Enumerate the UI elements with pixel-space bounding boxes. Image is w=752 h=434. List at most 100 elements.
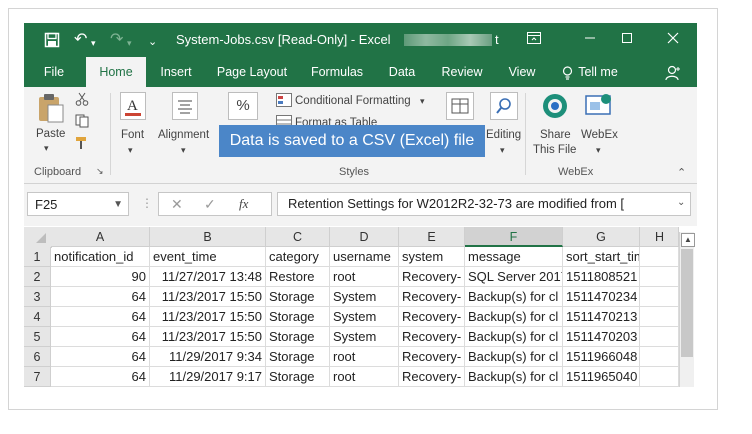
table-cell[interactable]: 90 bbox=[51, 267, 150, 287]
table-cell[interactable]: 11/23/2017 15:50 bbox=[150, 307, 266, 327]
header-cell[interactable]: message bbox=[465, 247, 563, 267]
alignment-label[interactable]: Alignment bbox=[158, 128, 209, 142]
row-header[interactable]: 3 bbox=[24, 287, 51, 307]
header-cell[interactable]: username bbox=[330, 247, 399, 267]
alignment-icon[interactable] bbox=[172, 92, 198, 120]
table-cell[interactable]: 64 bbox=[51, 307, 150, 327]
font-dropdown-icon[interactable]: ▾ bbox=[128, 143, 133, 157]
table-cell[interactable]: 11/23/2017 15:50 bbox=[150, 287, 266, 307]
webex-share-icon[interactable] bbox=[541, 92, 569, 125]
cut-icon[interactable] bbox=[75, 92, 89, 111]
table-cell[interactable]: Recovery- bbox=[399, 367, 465, 387]
conditional-formatting-dropdown-icon[interactable]: ▾ bbox=[420, 94, 425, 108]
conditional-formatting-icon[interactable] bbox=[276, 93, 292, 112]
webex-label[interactable]: WebEx bbox=[581, 128, 618, 142]
table-cell[interactable]: root bbox=[330, 267, 399, 287]
header-cell[interactable]: sort_start_time bbox=[563, 247, 640, 267]
tab-formulas[interactable]: Formulas bbox=[306, 57, 368, 87]
table-cell[interactable]: Recovery- bbox=[399, 327, 465, 347]
lightbulb-icon[interactable] bbox=[558, 57, 576, 87]
column-header-g[interactable]: G bbox=[563, 227, 640, 247]
column-header-c[interactable]: C bbox=[266, 227, 330, 247]
editing-dropdown-icon[interactable]: ▾ bbox=[500, 143, 505, 157]
table-cell[interactable]: 1511470203 bbox=[563, 327, 640, 347]
table-cell[interactable]: System bbox=[330, 287, 399, 307]
select-all-corner[interactable] bbox=[24, 227, 52, 248]
collapse-ribbon-icon[interactable]: ⌃ bbox=[677, 166, 686, 179]
tab-home[interactable]: Home bbox=[86, 57, 146, 87]
table-cell[interactable]: Backup(s) for cl bbox=[465, 287, 563, 307]
table-cell[interactable] bbox=[640, 367, 679, 387]
insert-function-icon[interactable]: fx bbox=[239, 196, 248, 212]
row-header[interactable]: 4 bbox=[24, 307, 51, 327]
scrollbar-thumb[interactable] bbox=[681, 249, 693, 357]
table-cell[interactable]: SQL Server 2017 bbox=[465, 267, 563, 287]
table-cell[interactable]: System bbox=[330, 327, 399, 347]
this-file-label[interactable]: This File bbox=[533, 143, 576, 157]
table-cell[interactable]: System bbox=[330, 307, 399, 327]
table-cell[interactable]: 1511470213 bbox=[563, 307, 640, 327]
row-header[interactable]: 5 bbox=[24, 327, 51, 347]
conditional-formatting-label[interactable]: Conditional Formatting bbox=[295, 94, 411, 108]
table-cell[interactable]: root bbox=[330, 367, 399, 387]
vertical-scrollbar[interactable]: ▲ bbox=[679, 232, 695, 387]
cancel-formula-icon[interactable]: ✕ bbox=[171, 196, 183, 213]
cells-icon[interactable] bbox=[446, 92, 474, 120]
formula-bar-grip-icon[interactable]: ⋮ bbox=[141, 196, 153, 210]
ribbon-display-options-icon[interactable] bbox=[524, 31, 544, 47]
table-cell[interactable] bbox=[640, 327, 679, 347]
table-cell[interactable]: Recovery- bbox=[399, 307, 465, 327]
column-header-h[interactable]: H bbox=[640, 227, 679, 247]
table-cell[interactable] bbox=[640, 287, 679, 307]
undo-dropdown-icon[interactable]: ▾ bbox=[91, 35, 96, 51]
row-header[interactable]: 7 bbox=[24, 367, 51, 387]
percent-icon[interactable]: % bbox=[228, 92, 258, 120]
table-cell[interactable]: Storage bbox=[266, 287, 330, 307]
table-cell[interactable]: 1511808521 bbox=[563, 267, 640, 287]
formula-input[interactable]: Retention Settings for W2012R2-32-73 are… bbox=[277, 192, 691, 216]
share-label[interactable]: Share bbox=[540, 128, 571, 142]
column-header-d[interactable]: D bbox=[330, 227, 399, 247]
column-header-a[interactable]: A bbox=[51, 227, 150, 247]
close-button[interactable] bbox=[663, 31, 683, 47]
column-header-b[interactable]: B bbox=[150, 227, 266, 247]
tab-page-layout[interactable]: Page Layout bbox=[210, 57, 294, 87]
tab-insert[interactable]: Insert bbox=[154, 57, 198, 87]
table-cell[interactable]: 1511470234 bbox=[563, 287, 640, 307]
webex-meeting-icon[interactable] bbox=[584, 92, 614, 125]
table-cell[interactable]: Storage bbox=[266, 307, 330, 327]
table-cell[interactable] bbox=[640, 347, 679, 367]
minimize-button[interactable] bbox=[580, 31, 600, 47]
table-cell[interactable]: Recovery- bbox=[399, 267, 465, 287]
table-cell[interactable]: 1511965040 bbox=[563, 367, 640, 387]
find-icon[interactable] bbox=[490, 92, 518, 120]
row-header[interactable]: 1 bbox=[24, 247, 51, 267]
font-icon[interactable]: A bbox=[120, 92, 146, 120]
customize-qat-icon[interactable]: ⌄ bbox=[148, 34, 157, 50]
row-header[interactable]: 2 bbox=[24, 267, 51, 287]
header-cell[interactable]: notification_id bbox=[51, 247, 150, 267]
redo-icon[interactable]: ↷ bbox=[110, 32, 123, 48]
expand-formula-bar-icon[interactable]: ⌄ bbox=[677, 197, 685, 208]
table-cell[interactable]: 11/27/2017 13:48 bbox=[150, 267, 266, 287]
share-person-icon[interactable] bbox=[662, 57, 684, 87]
table-cell[interactable]: Recovery- bbox=[399, 347, 465, 367]
paste-dropdown-icon[interactable]: ▾ bbox=[44, 141, 49, 155]
table-cell[interactable]: Storage bbox=[266, 367, 330, 387]
header-cell[interactable] bbox=[640, 247, 679, 267]
column-header-f[interactable]: F bbox=[465, 227, 563, 247]
tab-data[interactable]: Data bbox=[382, 57, 422, 87]
table-cell[interactable]: 64 bbox=[51, 367, 150, 387]
table-cell[interactable]: 64 bbox=[51, 327, 150, 347]
font-label[interactable]: Font bbox=[121, 128, 144, 142]
table-cell[interactable]: 11/29/2017 9:17 bbox=[150, 367, 266, 387]
table-cell[interactable]: 64 bbox=[51, 287, 150, 307]
redo-dropdown-icon[interactable]: ▾ bbox=[127, 35, 132, 51]
table-cell[interactable]: Backup(s) for cl bbox=[465, 327, 563, 347]
name-box-dropdown-icon[interactable]: ▼ bbox=[113, 193, 123, 217]
tab-review[interactable]: Review bbox=[437, 57, 487, 87]
table-cell[interactable]: Recovery- bbox=[399, 287, 465, 307]
scroll-up-icon[interactable]: ▲ bbox=[681, 233, 695, 247]
column-header-e[interactable]: E bbox=[399, 227, 465, 247]
table-cell[interactable]: 64 bbox=[51, 347, 150, 367]
